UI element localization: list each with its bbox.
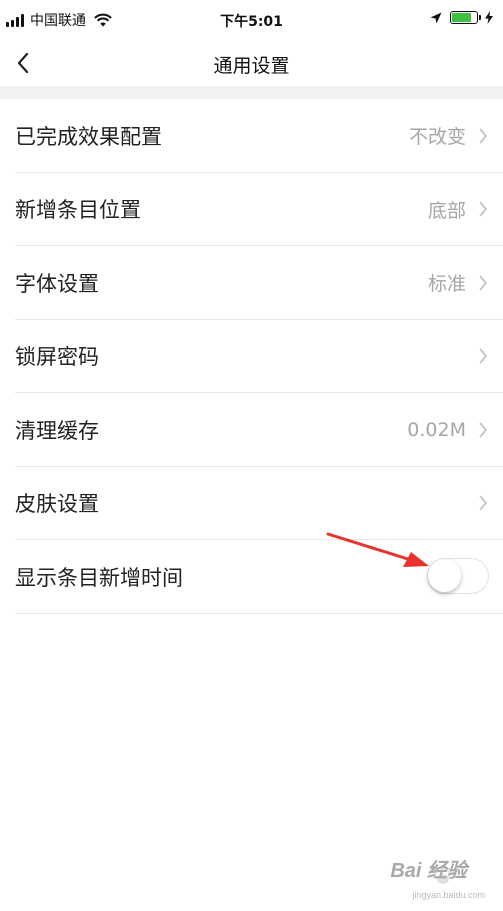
watermark-logo-text: Bai 经验 — [390, 860, 467, 882]
status-right — [430, 11, 493, 24]
setting-label: 锁屏密码 — [15, 345, 99, 370]
setting-value: 标准 — [427, 273, 466, 296]
setting-row-new-item-position[interactable]: 新增条目位置 底部 — [0, 173, 503, 247]
status-time: 下午5:01 — [220, 14, 283, 30]
setting-row-lock-password[interactable]: 锁屏密码 — [0, 320, 503, 394]
show-add-time-toggle[interactable] — [427, 558, 489, 594]
setting-label: 字体设置 — [15, 271, 99, 296]
chevron-right-icon — [479, 275, 488, 291]
battery-icon — [450, 11, 481, 24]
setting-row-font[interactable]: 字体设置 标准 — [0, 246, 503, 320]
location-icon — [430, 12, 442, 23]
setting-label: 皮肤设置 — [15, 492, 99, 517]
chevron-right-icon — [479, 495, 488, 511]
nav-bar: 通用设置 — [0, 40, 503, 86]
chevron-right-icon — [479, 201, 488, 217]
battery-fill — [452, 13, 472, 22]
chevron-right-icon — [479, 348, 488, 364]
setting-value: 底部 — [427, 199, 466, 222]
page-title: 通用设置 — [213, 55, 290, 77]
watermark-url: jingyan.baidu.com — [412, 890, 485, 900]
setting-row-skin[interactable]: 皮肤设置 — [0, 467, 503, 541]
setting-value: 不改变 — [408, 126, 466, 149]
setting-label: 清理缓存 — [15, 418, 99, 443]
setting-row-completed-effect[interactable]: 已完成效果配置 不改变 — [0, 99, 503, 173]
setting-label: 已完成效果配置 — [15, 124, 162, 149]
setting-row-clear-cache[interactable]: 清理缓存 0.02M — [0, 393, 503, 467]
setting-value: 0.02M — [407, 418, 466, 441]
battery-tip — [479, 15, 481, 20]
charging-icon — [485, 11, 493, 24]
annotation-arrow-icon — [326, 532, 429, 567]
chevron-right-icon — [479, 422, 488, 438]
setting-label: 新增条目位置 — [15, 198, 141, 223]
status-bar: 中国联通 下午5:01 — [0, 0, 503, 40]
section-gap — [0, 86, 503, 99]
chevron-right-icon — [479, 128, 488, 144]
